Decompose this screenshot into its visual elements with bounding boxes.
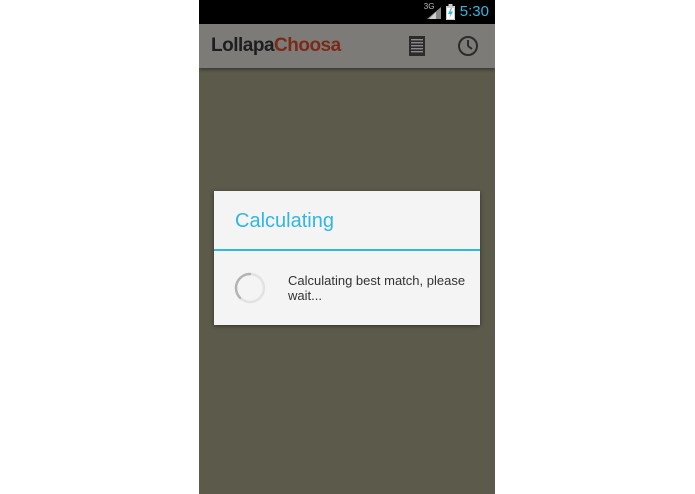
status-bar: 3G 5:30 [199, 0, 495, 24]
action-bar: LollapaChoosa [199, 24, 495, 68]
status-time: 5:30 [459, 3, 489, 20]
clock-icon[interactable] [457, 35, 479, 57]
app-title-part1: Lollapa [211, 35, 275, 56]
dialog-title: Calculating [235, 210, 334, 232]
app-title: LollapaChoosa [211, 24, 341, 68]
list-icon[interactable] [406, 35, 428, 57]
progress-dialog: Calculating Calculating best match, plea… [214, 191, 480, 325]
status-icons: 3G 5:30 [423, 0, 489, 24]
signal-icon: 3G [423, 2, 441, 21]
spinner-icon [234, 272, 266, 304]
phone-screen: 3G 5:30 LollapaChoosa Calculating Calcul… [199, 0, 495, 494]
battery-charging-icon [445, 4, 455, 20]
dialog-divider [214, 249, 480, 251]
app-title-part2: Choosa [274, 35, 341, 56]
dialog-message: Calculating best match, please wait... [288, 273, 466, 303]
